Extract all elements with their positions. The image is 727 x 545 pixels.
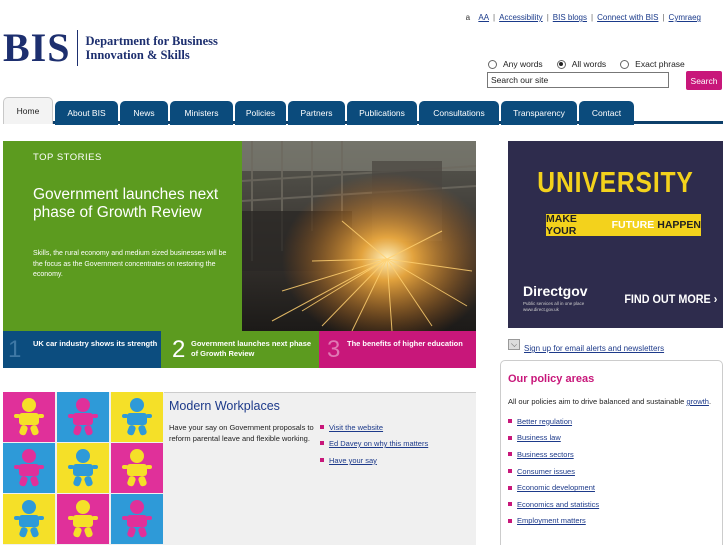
story-number: 3 — [327, 336, 341, 363]
baby-figure-icon — [14, 449, 44, 487]
baby-tile — [57, 494, 109, 544]
logo-divider — [76, 30, 78, 66]
logo-line-1: Department for Business — [85, 34, 218, 48]
modern-workplaces-text: Have your say on Government proposals to… — [169, 423, 314, 443]
directgov-tagline: Public services all in one place www.dir… — [523, 301, 585, 312]
radio-selected-icon[interactable] — [556, 59, 566, 69]
baby-tile — [57, 443, 109, 493]
bis-logo[interactable]: BIS Department for Business Innovation &… — [3, 28, 218, 68]
story-number: 2 — [172, 336, 186, 363]
baby-tile — [57, 392, 109, 442]
baby-figure-icon — [122, 398, 152, 436]
directgov-university-banner[interactable]: UNIVERSITY MAKE YOUR FUTURE HAPPEN Directg… — [508, 141, 723, 328]
baby-figure-icon — [122, 449, 152, 487]
tab-transparency[interactable]: Transparency — [501, 101, 577, 125]
envelope-icon — [508, 339, 520, 350]
panel-divider — [164, 392, 476, 393]
email-signup-link[interactable]: Sign up for email alerts and newsletters — [524, 344, 664, 353]
tab-consultations[interactable]: Consultations — [419, 101, 499, 125]
main-nav: Home About BIS News Ministers Policies P… — [3, 97, 723, 125]
policy-areas-intro: All our policies aim to drive balanced a… — [508, 397, 712, 406]
baby-figure-icon — [68, 449, 98, 487]
baby-tile — [3, 443, 55, 493]
baby-figure-icon — [68, 398, 98, 436]
logo-line-2: Innovation & Skills — [85, 48, 190, 62]
growth-link[interactable]: growth — [686, 397, 709, 406]
tab-about-bis[interactable]: About BIS — [55, 101, 118, 125]
radio-icon[interactable] — [620, 59, 630, 69]
baby-tile — [111, 392, 163, 442]
policy-item-business-sectors[interactable]: Business sectors — [508, 446, 715, 463]
policy-item-economics-and-statistics[interactable]: Economics and statistics — [508, 496, 715, 513]
feature-panel[interactable]: TOP STORIES Government launches next pha… — [3, 141, 242, 331]
utility-bar: a AA | Accessibility | BIS blogs | Connect wit… — [465, 13, 701, 22]
modern-workplaces-panel: Modern Workplaces Have your say on Gover… — [3, 392, 476, 545]
baby-figure-icon — [14, 500, 44, 538]
feature-summary: Skills, the rural economy and medium siz… — [33, 250, 227, 278]
baby-tile — [3, 494, 55, 544]
bis-blogs-link[interactable]: BIS blogs — [553, 13, 587, 22]
story-title: The benefits of higher education — [347, 339, 463, 348]
search-button[interactable]: Search — [686, 71, 722, 90]
feature-photo[interactable] — [242, 141, 476, 331]
tab-home[interactable]: Home — [3, 97, 53, 124]
baby-figure-icon — [122, 500, 152, 538]
story-2[interactable]: 2 Government launches next phase of Grow… — [161, 331, 319, 368]
promo-university-text: UNIVERSITY — [537, 167, 694, 199]
modern-workplaces-title[interactable]: Modern Workplaces — [169, 399, 280, 413]
have-your-say-link[interactable]: Have your say — [320, 456, 377, 465]
tab-news[interactable]: News — [120, 101, 168, 125]
story-3[interactable]: 3 The benefits of higher education — [319, 331, 476, 368]
baby-tile — [3, 392, 55, 442]
story-number: 1 — [8, 336, 22, 363]
story-title: Government launches next phase of Growth… — [191, 339, 312, 358]
search-option-all-words[interactable]: All words — [556, 59, 606, 69]
policy-item-employment-matters[interactable]: Employment matters — [508, 513, 715, 530]
policy-item-consumer-issues[interactable]: Consumer issues — [508, 463, 715, 480]
directgov-logo: Directgov — [523, 283, 588, 299]
text-size-small-link[interactable]: a — [466, 13, 470, 22]
visit-website-link[interactable]: Visit the website — [320, 423, 383, 432]
search-options: Any words All words Exact phrase — [488, 59, 699, 69]
promo-make-your-future: MAKE YOUR FUTURE HAPPEN — [546, 213, 701, 237]
logo-acronym: BIS — [3, 25, 71, 70]
tab-ministers[interactable]: Ministers — [170, 101, 233, 125]
baby-figure-icon — [68, 500, 98, 538]
policy-item-better-regulation[interactable]: Better regulation — [508, 413, 715, 430]
policy-areas-title: Our policy areas — [508, 373, 595, 385]
search-option-exact-phrase[interactable]: Exact phrase — [620, 59, 685, 69]
top-stories-feature: TOP STORIES Government launches next pha… — [3, 141, 476, 368]
story-1[interactable]: 1 UK car industry shows its strength — [3, 331, 161, 368]
tab-publications[interactable]: Publications — [347, 101, 417, 125]
baby-tile — [111, 494, 163, 544]
tab-policies[interactable]: Policies — [235, 101, 286, 125]
radio-icon[interactable] — [488, 59, 497, 69]
feature-headline[interactable]: Government launches next phase of Growth… — [33, 186, 238, 222]
policy-areas-box: Our policy areas All our policies aim to… — [500, 360, 723, 545]
top-stories-label: TOP STORIES — [33, 152, 102, 163]
policy-areas-list: Better regulation Business law Business … — [508, 413, 715, 529]
tab-partners[interactable]: Partners — [288, 101, 345, 125]
policy-item-business-law[interactable]: Business law — [508, 430, 715, 447]
factory-sparks-image — [242, 141, 476, 331]
baby-figure-icon — [14, 398, 44, 436]
ed-davey-link[interactable]: Ed Davey on why this matters — [320, 439, 428, 448]
find-out-more-button[interactable]: FIND OUT MORE › — [624, 292, 717, 306]
story-title: UK car industry shows its strength — [33, 339, 158, 348]
baby-tiles-image[interactable] — [3, 392, 164, 545]
text-size-large-link[interactable]: AA — [478, 13, 489, 22]
tab-contact[interactable]: Contact — [579, 101, 634, 125]
baby-tile — [111, 443, 163, 493]
connect-with-bis-link[interactable]: Connect with BIS — [597, 13, 658, 22]
cymraeg-link[interactable]: Cymraeg — [669, 13, 701, 22]
search-input[interactable] — [487, 72, 669, 88]
email-signup[interactable]: Sign up for email alerts and newsletters — [508, 336, 664, 353]
policy-item-economic-development[interactable]: Economic development — [508, 479, 715, 496]
search-option-any-words[interactable]: Any words — [488, 59, 543, 69]
story-selector: 1 UK car industry shows its strength 2 G… — [3, 331, 476, 368]
accessibility-link[interactable]: Accessibility — [499, 13, 543, 22]
